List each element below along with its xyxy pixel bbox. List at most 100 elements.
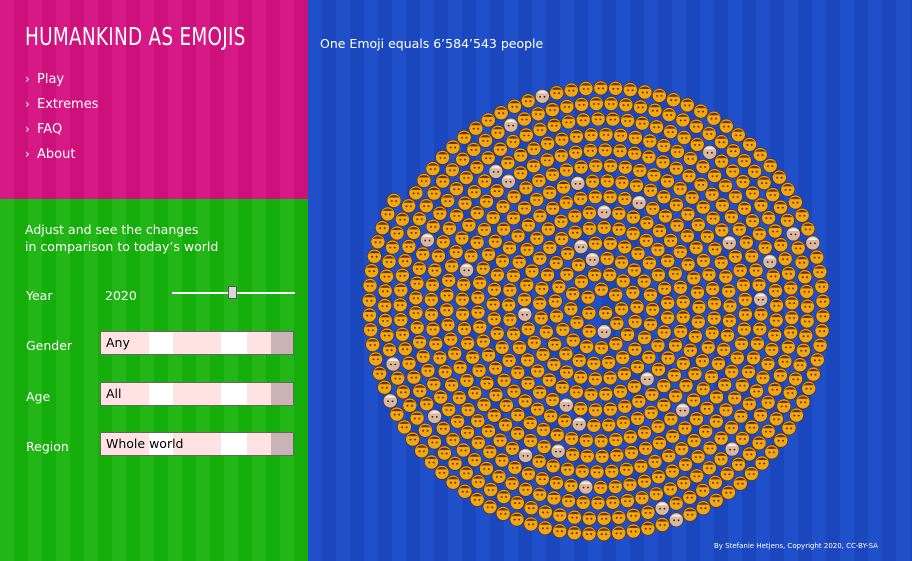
person-emoji-icon (380, 206, 396, 222)
person-emoji-icon (660, 295, 676, 311)
person-emoji-icon (629, 299, 645, 315)
person-emoji-icon (702, 440, 718, 456)
person-emoji-icon (643, 316, 658, 332)
person-emoji-icon (486, 407, 502, 423)
person-emoji-icon (510, 495, 525, 510)
nav-item-extremes[interactable]: › Extremes (25, 95, 99, 120)
person-emoji-icon (560, 245, 576, 261)
person-emoji-icon (594, 281, 609, 297)
gender-select[interactable]: Any (100, 331, 294, 355)
person-emoji-icon (649, 119, 664, 135)
person-emoji-icon (386, 193, 402, 208)
person-emoji-icon (718, 178, 733, 193)
person-emoji-icon (426, 376, 442, 392)
person-emoji-icon (631, 393, 647, 409)
person-emoji-icon (519, 127, 534, 143)
person-emoji-icon (535, 346, 551, 362)
person-emoji-icon (503, 117, 519, 133)
person-emoji-icon (447, 346, 462, 361)
person-emoji-icon (769, 297, 784, 313)
person-emoji-icon (548, 293, 563, 309)
person-emoji-icon (727, 390, 743, 406)
person-emoji-icon (469, 492, 485, 507)
person-emoji-icon (695, 353, 710, 369)
person-emoji-icon (559, 162, 574, 178)
person-emoji-icon (494, 339, 510, 355)
nav-item-about[interactable]: › About (25, 145, 99, 170)
person-emoji-icon (704, 186, 720, 202)
person-emoji-icon (502, 282, 518, 298)
region-select[interactable]: Whole world (100, 432, 294, 456)
person-emoji-icon (385, 356, 401, 372)
person-emoji-icon (777, 353, 793, 369)
person-emoji-icon (680, 256, 696, 272)
person-emoji-icon (620, 493, 635, 508)
person-emoji-icon (483, 482, 498, 497)
person-emoji-icon (448, 244, 464, 259)
person-emoji-icon (569, 315, 585, 330)
person-emoji-icon (555, 379, 570, 395)
person-emoji-icon (736, 277, 751, 293)
person-emoji-icon (611, 221, 627, 237)
person-emoji-icon (815, 293, 831, 309)
year-slider[interactable] (172, 286, 295, 300)
person-emoji-icon (768, 312, 784, 328)
person-emoji-icon (425, 161, 441, 176)
person-emoji-icon (765, 187, 781, 202)
person-emoji-icon (475, 260, 491, 276)
person-emoji-icon (698, 423, 713, 439)
person-emoji-icon (651, 88, 667, 103)
person-emoji-icon (732, 262, 748, 278)
person-emoji-icon (495, 506, 511, 521)
nav-item-play[interactable]: › Play (25, 70, 99, 95)
person-emoji-icon (567, 509, 582, 525)
person-emoji-icon (427, 409, 442, 424)
person-emoji-icon (618, 97, 634, 112)
person-emoji-icon (714, 153, 729, 169)
person-emoji-icon (559, 266, 575, 282)
person-emoji-icon (536, 439, 552, 454)
nav-item-label: Extremes (37, 97, 99, 112)
person-emoji-icon (444, 258, 459, 274)
person-emoji-icon (578, 433, 594, 448)
age-select[interactable]: All (100, 382, 294, 406)
person-emoji-icon (700, 339, 716, 355)
person-emoji-icon (425, 321, 441, 337)
person-emoji-icon (513, 165, 528, 181)
person-emoji-icon (563, 301, 579, 317)
person-emoji-icon (445, 139, 461, 155)
person-emoji-icon (630, 246, 646, 261)
person-emoji-icon (605, 494, 621, 510)
person-emoji-icon (658, 208, 673, 224)
person-emoji-icon (593, 80, 609, 96)
person-emoji-icon (608, 287, 624, 303)
person-emoji-icon (377, 283, 393, 299)
person-emoji-icon (603, 96, 619, 111)
person-emoji-icon (501, 174, 516, 189)
person-emoji-icon (806, 366, 821, 382)
person-emoji-icon (598, 127, 614, 142)
person-emoji-icon (455, 306, 470, 322)
person-emoji-icon (668, 160, 684, 176)
person-emoji-icon (780, 339, 796, 355)
person-emoji-icon (673, 323, 688, 339)
person-emoji-icon (753, 197, 769, 213)
person-emoji-icon (752, 147, 768, 162)
person-emoji-icon (480, 150, 496, 165)
person-emoji-icon (488, 233, 503, 249)
person-emoji-icon (636, 273, 652, 289)
person-emoji-icon (492, 432, 508, 448)
person-emoji-icon (459, 262, 474, 278)
slider-thumb[interactable] (228, 286, 237, 299)
person-emoji-icon (395, 326, 410, 342)
copyright-footer: By Stefanie Hetjens, Copyright 2020, CC-… (714, 542, 878, 550)
person-emoji-icon (385, 239, 400, 255)
person-emoji-icon (490, 125, 506, 140)
person-emoji-icon (488, 387, 504, 403)
nav-item-faq[interactable]: › FAQ (25, 120, 99, 145)
person-emoji-icon (444, 377, 459, 393)
person-emoji-icon (416, 173, 432, 188)
person-emoji-icon (479, 461, 494, 476)
person-emoji-icon (494, 452, 510, 468)
person-emoji-icon (668, 495, 684, 511)
